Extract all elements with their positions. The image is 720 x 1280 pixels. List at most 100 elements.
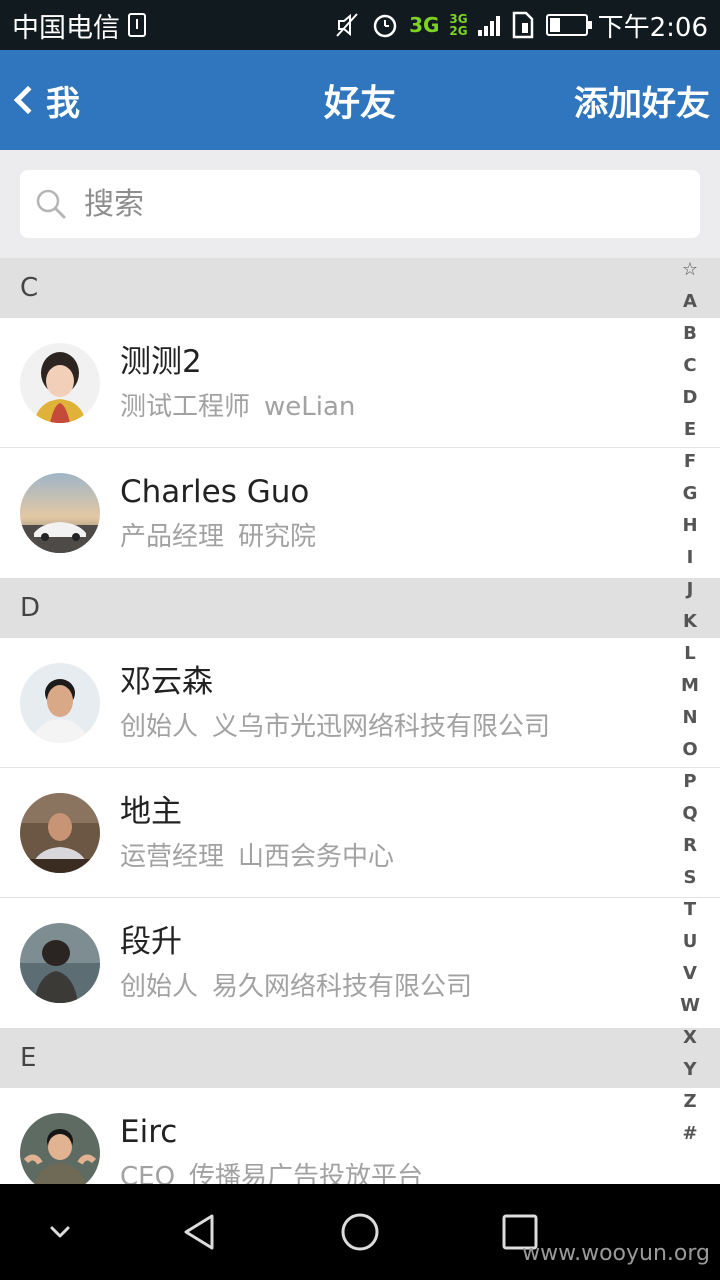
contact-company: 山西会务中心: [238, 841, 395, 872]
index-letter[interactable]: S: [684, 862, 697, 894]
contact-text: 测测2 测试工程师 weLian: [120, 342, 355, 424]
contact-job-title: 产品经理: [120, 522, 225, 552]
index-letter[interactable]: R: [683, 830, 697, 862]
search-icon: [36, 189, 66, 219]
index-letter[interactable]: C: [683, 350, 696, 382]
back-triangle-icon[interactable]: [176, 1208, 224, 1256]
contact-text: 段升创始人 易久网络科技有限公司: [120, 922, 472, 1004]
clock: 下午2:06: [597, 12, 708, 43]
contact-row[interactable]: 邓云森创始人 义乌市光迅网络科技有限公司: [0, 638, 720, 768]
section-header-e: E: [0, 1028, 720, 1088]
index-letter[interactable]: G: [683, 478, 698, 510]
avatar: [20, 792, 100, 873]
contact-row[interactable]: 地主运营经理 山西会务中心: [0, 768, 720, 898]
sim-card-icon: [512, 11, 533, 39]
contact-row[interactable]: 测测2 测试工程师 weLian: [0, 318, 720, 448]
system-nav-bar: www.wooyun.org: [0, 1184, 720, 1280]
avatar: [20, 662, 100, 743]
status-bar: 中国电信 3G 3G 2G 下午2:06: [0, 0, 720, 50]
status-icons: 3G 3G 2G 下午2:06: [333, 7, 708, 44]
carrier-name: 中国电信: [12, 12, 120, 44]
index-letter[interactable]: F: [684, 446, 696, 478]
contact-row[interactable]: 段升创始人 易久网络科技有限公司: [0, 898, 720, 1028]
alarm-icon: [373, 14, 397, 38]
index-letter[interactable]: ☆: [682, 254, 698, 286]
chevron-left-icon: [13, 85, 43, 115]
index-letter[interactable]: W: [680, 990, 700, 1022]
section-header-d: D: [0, 578, 720, 638]
alphabet-index[interactable]: ☆ A B C D E F G H I J K L M N O P Q R S T U V W X Y Z #: [678, 254, 702, 1150]
battery-icon: [545, 14, 592, 36]
contact-name: 段升: [120, 924, 182, 960]
index-letter[interactable]: X: [683, 1022, 697, 1054]
contact-subtitle: 运营经理 山西会务中心: [120, 840, 394, 874]
nav-bar: 我 好友 添加好友: [0, 50, 720, 150]
index-letter[interactable]: B: [683, 318, 697, 350]
contact-job-title: 运营经理: [120, 841, 225, 872]
battery-fill: [549, 18, 560, 32]
contact-text: 邓云森创始人 义乌市光迅网络科技有限公司: [120, 662, 550, 744]
avatar: [20, 923, 100, 1003]
index-letter[interactable]: Y: [683, 1054, 696, 1086]
index-letter[interactable]: U: [683, 926, 698, 958]
index-letter[interactable]: A: [683, 286, 697, 318]
signal-icon: [477, 14, 500, 36]
contact-subtitle: 测试工程师 weLian: [120, 390, 355, 424]
avatar: [20, 1113, 100, 1184]
contact-row[interactable]: Eirc CEO 传播易广告投放平台: [0, 1088, 720, 1184]
index-letter[interactable]: N: [682, 702, 697, 734]
network-dual-label: 3G 2G: [449, 13, 467, 37]
search-area: [0, 150, 720, 258]
contact-subtitle: 产品经理 研究院: [120, 520, 316, 554]
search-box[interactable]: [20, 170, 700, 238]
index-letter[interactable]: T: [684, 894, 696, 926]
contact-company: 研究院: [238, 522, 317, 552]
back-label: 我: [46, 83, 80, 124]
contact-company: weLian: [264, 391, 356, 422]
index-letter[interactable]: H: [682, 510, 697, 542]
section-header-c: C: [0, 258, 720, 318]
contact-job-title: 创始人: [120, 972, 199, 1002]
index-letter[interactable]: O: [682, 734, 697, 766]
contact-subtitle: CEO 传播易广告投放平台: [120, 1160, 423, 1184]
contact-name: 测测2: [120, 343, 202, 380]
contact-company: 义乌市光迅网络科技有限公司: [212, 711, 551, 742]
add-friend-button[interactable]: 添加好友: [574, 76, 710, 125]
contact-name: 地主: [120, 793, 182, 830]
index-letter[interactable]: P: [683, 766, 696, 798]
index-letter[interactable]: #: [682, 1118, 697, 1150]
contact-text: Eirc CEO 传播易广告投放平台: [120, 1112, 423, 1184]
chevron-down-icon[interactable]: [36, 1208, 84, 1256]
contact-text: 地主运营经理 山西会务中心: [120, 792, 394, 874]
search-input[interactable]: [84, 186, 644, 222]
index-letter[interactable]: I: [687, 542, 694, 574]
contact-list[interactable]: C 测测2 测试工程师 weLian Charles Guo 产品经理 研究院 D 邓云森创始人…: [0, 258, 720, 1184]
contact-company: 传播易广告投放平台: [189, 1162, 424, 1184]
sim-icon: [128, 13, 146, 37]
index-letter[interactable]: K: [683, 606, 697, 638]
index-letter[interactable]: V: [683, 958, 697, 990]
home-circle-icon[interactable]: [336, 1208, 384, 1256]
contact-job-title: CEO: [120, 1162, 176, 1184]
contact-job-title: 创始人: [120, 711, 199, 742]
index-letter[interactable]: Z: [683, 1086, 696, 1118]
back-button[interactable]: 我: [8, 50, 80, 150]
contact-company: 易久网络科技有限公司: [212, 972, 473, 1002]
mute-icon: [336, 13, 358, 37]
watermark: www.wooyun.org: [522, 1241, 710, 1266]
index-letter[interactable]: L: [684, 638, 695, 670]
index-letter[interactable]: E: [684, 414, 696, 446]
contact-name: Charles Guo: [120, 474, 310, 510]
index-letter[interactable]: Q: [682, 798, 697, 830]
avatar: [20, 473, 100, 553]
network-type-label: 3G: [409, 13, 440, 37]
contact-text: Charles Guo 产品经理 研究院: [120, 472, 316, 554]
network-bottom-label: 2G: [449, 24, 468, 38]
contact-row[interactable]: Charles Guo 产品经理 研究院: [0, 448, 720, 578]
index-letter[interactable]: M: [681, 670, 699, 702]
contact-job-title: 测试工程师: [120, 391, 251, 422]
avatar: [20, 342, 100, 423]
contact-name: 邓云森: [120, 663, 213, 700]
index-letter[interactable]: J: [687, 574, 694, 606]
index-letter[interactable]: D: [683, 382, 698, 414]
